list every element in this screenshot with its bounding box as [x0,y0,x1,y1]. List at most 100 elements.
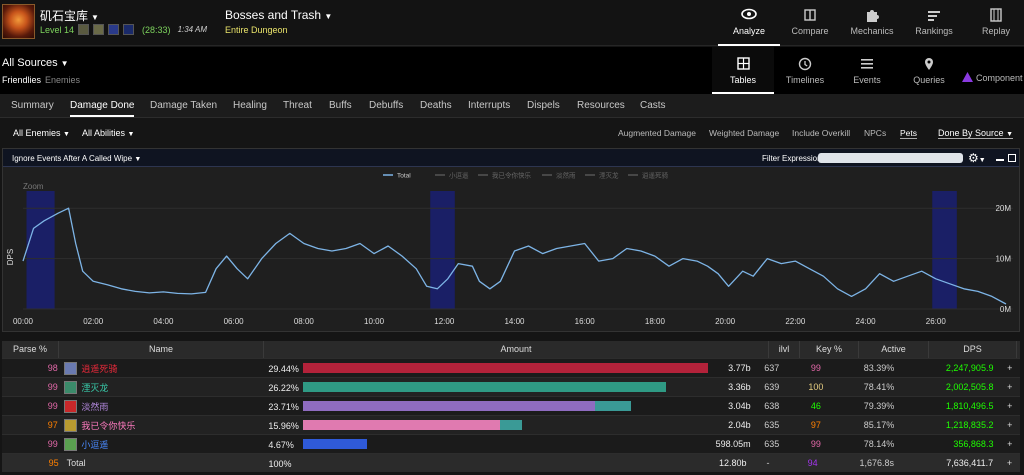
player-name[interactable]: 湮灭龙 [79,381,262,394]
expand-row-button[interactable]: + [999,458,1020,468]
fight-name: Bosses and Trash [225,8,322,22]
active-percent: 78.41% [863,382,895,392]
tab-damage-done[interactable]: Damage Done [70,100,135,117]
top-bar: 矶石宝库 ▼ Level 14 (28:33) 1:34 AM Bosses an… [0,0,1024,46]
expand-row-button[interactable]: + [999,401,1020,411]
weighted-damage-option[interactable]: Weighted Damage [709,128,779,138]
header-active[interactable]: Active [859,341,929,358]
amount-percent: 23.71% [268,401,299,412]
table-row[interactable]: 97 我已令你快乐 15.96% 2.04b 635 97 85.17% 1,218,835.… [2,415,1020,434]
header-name[interactable]: Name [59,341,264,358]
tab-interrupts[interactable]: Interrupts [468,100,510,111]
maximize-icon[interactable] [1008,154,1016,162]
tab-threat[interactable]: Threat [283,100,312,111]
report-tabs: Summary Damage Done Damage Taken Healing… [0,94,1024,118]
key-percent: 94 [807,458,818,468]
header-dps[interactable]: DPS [929,341,1017,358]
legend-entry: 淡然雨 [556,171,576,180]
header-key[interactable]: Key % [800,341,859,358]
view-components[interactable]: Component [960,47,1024,94]
active-percent: 78.14% [863,439,895,449]
tab-summary[interactable]: Summary [11,100,54,111]
spec-icon [64,361,78,375]
dps-chart[interactable]: 00:00 02:00 04:00 06:00 08:00 10:00 12:00 14:00… [3,167,1019,331]
spec-icon-cell [62,437,80,451]
affix-icon [93,24,105,35]
x-tick-label: 12:00 [434,317,455,326]
tab-debuffs[interactable]: Debuffs [369,100,403,111]
include-overkill-option[interactable]: Include Overkill [792,128,850,138]
view-tables[interactable]: Tables [712,47,774,94]
amount-cell: 29.44% [262,359,709,378]
table-row[interactable]: 98 逍遥死骑 29.44% 3.77b 637 99 83.39% 2,247,905.9 + [2,358,1020,377]
nav-replay[interactable]: Replay [965,0,1024,46]
amount-value: 3.04b [728,401,751,411]
view-queries[interactable]: Queries [898,47,960,94]
minimize-icon[interactable] [996,154,1004,161]
amount-cell: 26.22% [262,378,666,397]
augmented-damage-option[interactable]: Augmented Damage [618,128,696,138]
player-name[interactable]: 小逗遥 [79,438,262,451]
nav-label: Compare [791,26,829,36]
header-amount[interactable]: Amount [264,341,769,358]
tab-damage-taken[interactable]: Damage Taken [150,100,217,111]
caret-down-icon: ▼ [60,59,69,68]
y-tick-label: 20M [995,204,1011,213]
view-label: Timelines [785,75,825,85]
player-name[interactable]: 逍遥死骑 [79,362,262,375]
parse-value: 99 [47,382,58,392]
npcs-option[interactable]: NPCs [864,128,886,138]
table-row[interactable]: 99 小逗遥 4.67% 598.05m 635 99 78.14% 356,868.3 + [2,434,1020,453]
report-selector[interactable]: 矶石宝库 ▼ [40,7,99,24]
tab-deaths[interactable]: Deaths [420,100,452,111]
amount-value: 2.04b [728,420,751,430]
amount-percent: 100% [268,458,292,469]
enemies-toggle[interactable]: Enemies [45,75,80,85]
table-row[interactable]: 99 湮灭龙 26.22% 3.36b 639 100 78.41% 2,002,505.8 + [2,377,1020,396]
table-total-row: 95 Total 100% 12.80b - 94 1,676.8s 7,636,411.7 + [2,453,1020,472]
gear-icon[interactable]: ⚙▼ [968,151,986,165]
fight-selector[interactable]: Bosses and Trash ▼ [225,8,332,22]
tab-casts[interactable]: Casts [640,100,666,111]
header-ilvl[interactable]: ilvl [769,341,800,358]
fight-subtitle: Entire Dungeon [225,25,288,35]
expand-row-button[interactable]: + [999,382,1020,392]
view-label: Component [976,73,1023,83]
report-name: 矶石宝库 [40,9,89,23]
player-name[interactable]: 淡然雨 [79,400,262,413]
filter-expression-input[interactable] [818,153,963,163]
view-events[interactable]: Events [836,47,898,94]
nav-analyze[interactable]: Analyze [718,0,780,46]
header-parse[interactable]: Parse % [2,341,59,358]
active-percent: 83.39% [863,363,895,373]
sources-selector[interactable]: All Sources ▼ [2,57,69,69]
table-row[interactable]: 99 淡然雨 23.71% 3.04b 638 46 79.39% 1,810,496.5 + [2,396,1020,415]
x-tick-label: 26:00 [926,317,947,326]
pets-option[interactable]: Pets [900,128,918,139]
ilvl-value: 635 [764,420,780,430]
x-tick-label: 08:00 [294,317,315,326]
nav-compare[interactable]: Compare [779,0,841,46]
tab-healing[interactable]: Healing [233,100,267,111]
amount-bar-main [303,362,709,373]
nav-mechanics[interactable]: Mechanics [841,0,903,46]
spec-icon [64,399,78,413]
expand-row-button[interactable]: + [999,439,1020,449]
view-timelines[interactable]: Timelines [774,47,836,94]
done-by-selector[interactable]: Done By Source ▼ [938,128,1013,139]
abilities-filter[interactable]: All Abilities ▼ [82,128,134,138]
dps-value: 7,636,411.7 [946,458,994,468]
tab-buffs[interactable]: Buffs [329,100,352,111]
legend-entry: 我已令你快乐 [492,171,532,180]
dungeon-avatar[interactable] [2,4,35,39]
nav-rankings[interactable]: Rankings [903,0,965,46]
expand-row-button[interactable]: + [999,363,1020,373]
tab-dispels[interactable]: Dispels [527,100,560,111]
tab-resources[interactable]: Resources [577,100,625,111]
friendlies-toggle[interactable]: Friendlies [2,75,41,85]
expand-row-button[interactable]: + [999,420,1020,430]
enemies-filter[interactable]: All Enemies ▼ [13,128,70,138]
triangle-icon [961,71,974,85]
player-name[interactable]: 我已令你快乐 [79,419,262,432]
wipe-filter-selector[interactable]: Ignore Events After A Called Wipe ▼ [12,154,141,163]
